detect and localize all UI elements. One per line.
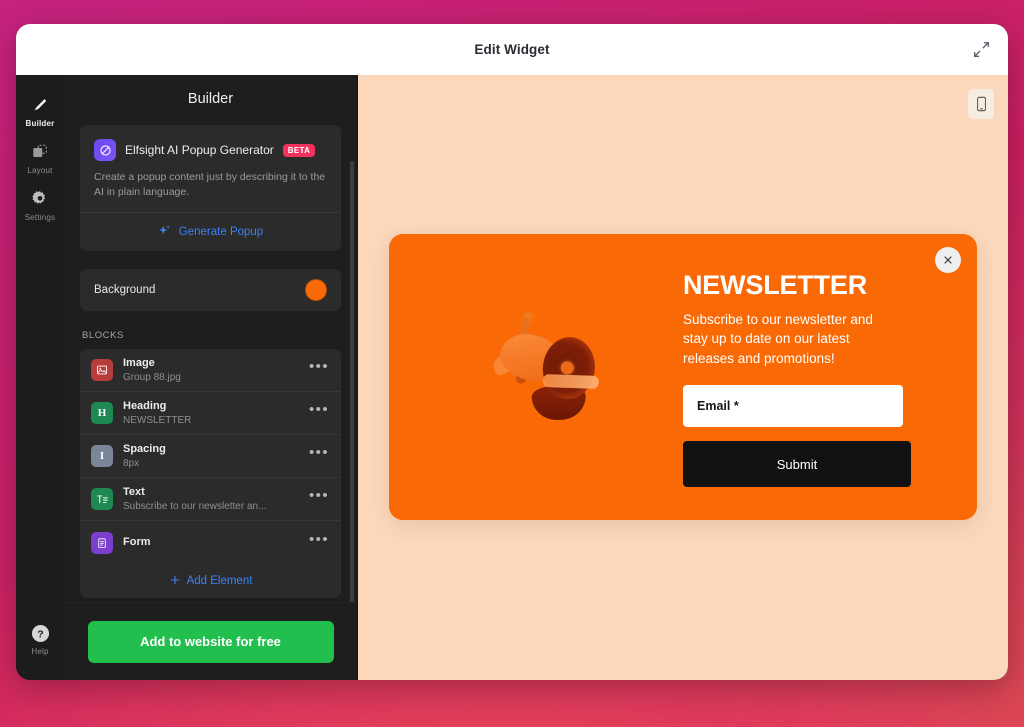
beta-badge: BETA xyxy=(282,143,316,157)
sidebar-item-layout[interactable]: Layout xyxy=(16,134,64,181)
block-name: Text xyxy=(123,486,145,499)
background-color-swatch[interactable] xyxy=(305,279,327,302)
pen-icon xyxy=(30,95,50,115)
block-subtitle: 8px xyxy=(123,457,140,469)
sidebar-item-settings[interactable]: Settings xyxy=(16,181,64,228)
email-field[interactable] xyxy=(683,385,903,428)
question-mark-icon: ? xyxy=(30,623,50,643)
ai-card-body: Elfsight AI Popup Generator BETA Create … xyxy=(80,125,341,212)
builder-scrollbar[interactable] xyxy=(350,161,354,602)
sidebar-item-help[interactable]: ? Help xyxy=(16,615,64,662)
elfsight-logo-icon xyxy=(94,139,116,161)
more-options-icon[interactable]: ••• xyxy=(307,402,331,421)
block-item-heading[interactable]: H Heading NEWSLETTER ••• xyxy=(80,392,341,436)
ai-card-title-row: Elfsight AI Popup Generator BETA xyxy=(94,139,327,161)
block-item-form[interactable]: Form ••• xyxy=(80,521,341,564)
sidebar-item-label: Builder xyxy=(25,119,55,128)
spacing-icon-glyph: I xyxy=(99,450,105,463)
block-text-group: Form xyxy=(123,536,297,550)
block-name: Spacing xyxy=(123,443,166,456)
popup-text: Subscribe to our newsletter and stay up … xyxy=(683,311,873,366)
more-options-icon[interactable]: ••• xyxy=(307,359,331,378)
megaphone-illustration xyxy=(472,286,638,452)
sidebar-item-label: Layout xyxy=(27,166,53,175)
block-text-group: Heading NEWSLETTER xyxy=(123,400,297,427)
builder-panel: Builder Elfsight AI Popup Generator BETA… xyxy=(64,75,358,680)
mobile-device-icon[interactable] xyxy=(968,89,994,119)
svg-text:?: ? xyxy=(37,629,43,640)
ai-popup-generator-card: Elfsight AI Popup Generator BETA Create … xyxy=(80,125,341,252)
form-icon xyxy=(91,531,113,554)
background-label: Background xyxy=(94,284,156,297)
block-item-text[interactable]: Text Subscribe to our newsletter an... •… xyxy=(80,478,341,522)
sidebar-item-label: Settings xyxy=(24,213,56,222)
block-name: Form xyxy=(123,536,151,549)
builder-footer: Add to website for free xyxy=(64,602,357,680)
block-item-image[interactable]: Image Group 88.jpg ••• xyxy=(80,349,341,393)
block-item-spacing[interactable]: I Spacing 8px ••• xyxy=(80,435,341,479)
plus-icon xyxy=(169,574,181,589)
popup-image xyxy=(389,233,683,520)
add-to-website-button[interactable]: Add to website for free xyxy=(87,620,334,663)
more-options-icon[interactable]: ••• xyxy=(307,445,331,464)
titlebar: Edit Widget xyxy=(16,24,1008,75)
sidebar-item-builder[interactable]: Builder xyxy=(16,87,64,134)
block-name: Heading xyxy=(123,400,167,413)
block-subtitle: Subscribe to our newsletter an... xyxy=(123,500,267,512)
ai-card-description: Create a popup content just by describin… xyxy=(94,171,326,199)
more-options-icon[interactable]: ••• xyxy=(307,532,331,551)
blocks-section-title: BLOCKS xyxy=(82,330,124,342)
more-options-icon[interactable]: ••• xyxy=(307,488,331,507)
add-element-button[interactable]: Add Element xyxy=(80,564,341,598)
expand-arrows-icon[interactable] xyxy=(970,39,992,61)
block-text-group: Spacing 8px xyxy=(123,443,297,470)
popup-heading: NEWSLETTER xyxy=(683,269,867,300)
preview-area: NEWSLETTER Subscribe to our newsletter a… xyxy=(358,75,1008,680)
popup-preview-card: NEWSLETTER Subscribe to our newsletter a… xyxy=(389,233,977,520)
generate-popup-button[interactable]: Generate Popup xyxy=(80,212,341,251)
generate-popup-label: Generate Popup xyxy=(178,226,264,239)
image-icon xyxy=(91,359,113,382)
app-window: Edit Widget Builder Layout Settings ? He… xyxy=(16,24,1008,680)
heading-icon-glyph: H xyxy=(97,407,107,420)
spacing-icon: I xyxy=(91,445,113,468)
blocks-list: Image Group 88.jpg ••• H Heading NEWSLET… xyxy=(80,349,341,599)
sidebar-item-label: Help xyxy=(31,647,49,656)
block-name: Image xyxy=(123,357,155,370)
sparkles-icon xyxy=(158,223,172,242)
background-setting-row[interactable]: Background xyxy=(80,269,341,312)
builder-header: Builder xyxy=(187,91,234,107)
block-text-group: Image Group 88.jpg xyxy=(123,357,297,384)
icon-rail: Builder Layout Settings ? Help xyxy=(16,75,64,680)
ai-card-title: Elfsight AI Popup Generator xyxy=(125,143,274,157)
heading-icon: H xyxy=(91,402,113,425)
layout-icon xyxy=(30,142,50,162)
popup-content: NEWSLETTER Subscribe to our newsletter a… xyxy=(683,234,977,520)
app-body: Builder Layout Settings ? Help Builder E… xyxy=(16,75,1008,680)
add-element-label: Add Element xyxy=(186,575,253,588)
page-title: Edit Widget xyxy=(474,42,550,57)
builder-scroll-area[interactable]: Elfsight AI Popup Generator BETA Create … xyxy=(64,123,357,602)
submit-button[interactable]: Submit xyxy=(683,441,911,488)
text-icon xyxy=(91,488,113,511)
block-subtitle: NEWSLETTER xyxy=(123,414,192,426)
close-icon[interactable] xyxy=(935,246,961,273)
block-text-group: Text Subscribe to our newsletter an... xyxy=(123,486,297,513)
block-subtitle: Group 88.jpg xyxy=(123,371,181,383)
gear-icon xyxy=(30,189,50,209)
